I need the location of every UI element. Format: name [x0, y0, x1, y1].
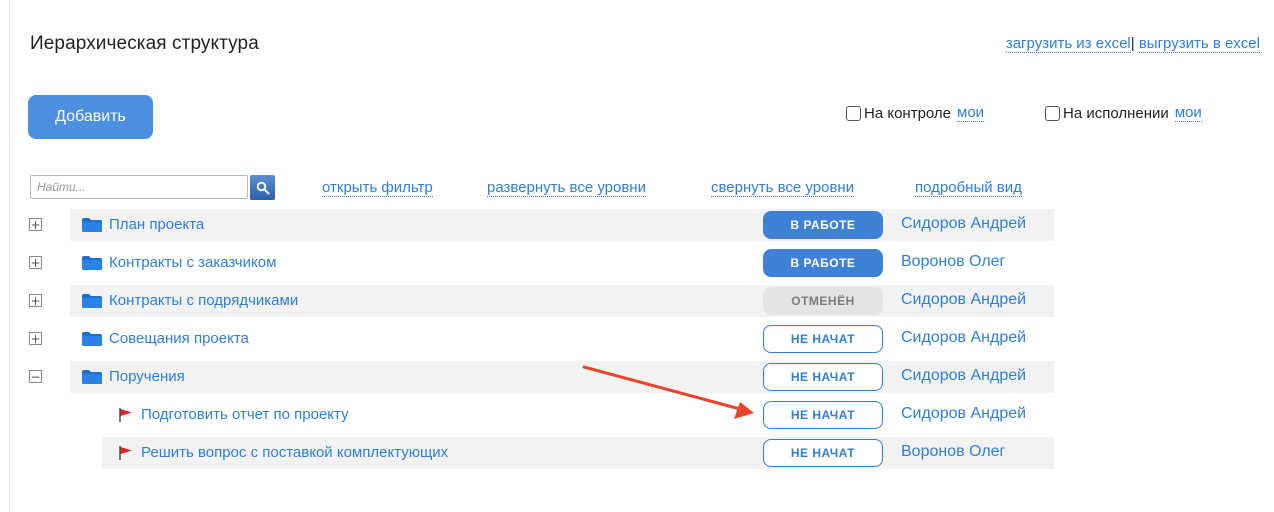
tree-row[interactable]: + Контракты с подрядчиками ОТМЕНЁН Сидоров … [0, 285, 1274, 317]
tree-row[interactable]: + Совещания проекта НЕ НАЧАТ Сидоров Андрей [0, 323, 1274, 355]
tree-row[interactable]: Решить вопрос с поставкой комплектующих Н… [0, 437, 1274, 469]
on-control-checkbox[interactable] [846, 105, 861, 121]
expand-toggle-icon[interactable]: + [29, 294, 42, 307]
search-button[interactable] [250, 175, 275, 200]
tree-row[interactable]: + План проекта В РАБОТЕ Сидоров Андрей [0, 209, 1274, 241]
open-filter-link[interactable]: открыть фильтр [322, 179, 433, 197]
folder-icon [82, 256, 102, 270]
folder-label[interactable]: Поручения [109, 368, 185, 385]
detailed-view-link[interactable]: подробный вид [915, 179, 1022, 197]
page-title: Иерархическая структура [30, 33, 259, 54]
folder-label[interactable]: План проекта [109, 216, 204, 233]
expand-all-link[interactable]: развернуть все уровни [487, 179, 646, 197]
export-excel-link[interactable]: выгрузить в excel [1138, 35, 1260, 53]
add-button[interactable]: Добавить [28, 95, 153, 139]
folder-icon [82, 218, 102, 232]
search-icon [256, 181, 269, 194]
excel-links: загрузить из excel| выгрузить в excel [1005, 35, 1260, 53]
task-label[interactable]: Подготовить отчет по проекту [141, 406, 349, 423]
status-badge[interactable]: В РАБОТЕ [763, 211, 883, 239]
on-execution-label[interactable]: На исполнении [1063, 105, 1169, 122]
assignee-link[interactable]: Сидоров Андрей [901, 329, 1026, 347]
status-badge[interactable]: НЕ НАЧАТ [763, 325, 883, 353]
on-control-mine-link[interactable]: мои [957, 104, 985, 122]
on-control-label[interactable]: На контроле [864, 105, 951, 122]
assignee-link[interactable]: Сидоров Андрей [901, 215, 1026, 233]
status-badge[interactable]: В РАБОТЕ [763, 249, 883, 277]
import-excel-link[interactable]: загрузить из excel [1005, 35, 1131, 53]
on-control-filter: На контроле мои [846, 104, 985, 122]
tree-row[interactable]: Подготовить отчет по проекту НЕ НАЧАТ Сидо… [0, 399, 1274, 431]
collapse-toggle-icon[interactable]: − [29, 370, 42, 383]
folder-icon [82, 294, 102, 308]
assignee-link[interactable]: Сидоров Андрей [901, 367, 1026, 385]
assignee-link[interactable]: Сидоров Андрей [901, 405, 1026, 423]
on-execution-checkbox[interactable] [1045, 105, 1060, 121]
folder-label[interactable]: Контракты с подрядчиками [109, 292, 298, 309]
expand-toggle-icon[interactable]: + [29, 256, 42, 269]
search-input[interactable] [30, 175, 248, 199]
assignee-link[interactable]: Воронов Олег [901, 443, 1005, 461]
on-execution-mine-link[interactable]: мои [1174, 104, 1202, 122]
expand-toggle-icon[interactable]: + [29, 218, 42, 231]
assignee-link[interactable]: Сидоров Андрей [901, 291, 1026, 309]
folder-label[interactable]: Совещания проекта [109, 330, 249, 347]
assignee-link[interactable]: Воронов Олег [901, 253, 1005, 271]
task-label[interactable]: Решить вопрос с поставкой комплектующих [141, 444, 448, 461]
on-execution-filter: На исполнении мои [1045, 104, 1202, 122]
status-badge[interactable]: НЕ НАЧАТ [763, 363, 883, 391]
expand-toggle-icon[interactable]: + [29, 332, 42, 345]
status-badge[interactable]: НЕ НАЧАТ [763, 439, 883, 467]
collapse-all-link[interactable]: свернуть все уровни [711, 179, 855, 197]
folder-icon [82, 332, 102, 346]
status-badge[interactable]: ОТМЕНЁН [763, 287, 883, 315]
folder-label[interactable]: Контракты с заказчиком [109, 254, 276, 271]
tree-row[interactable]: + Контракты с заказчиком В РАБОТЕ Воронов О… [0, 247, 1274, 279]
flag-icon [119, 446, 132, 460]
excel-link-separator: | [1130, 35, 1135, 52]
flag-icon [119, 408, 132, 422]
status-badge[interactable]: НЕ НАЧАТ [763, 401, 883, 429]
folder-icon [82, 370, 102, 384]
tree-row[interactable]: − Поручения НЕ НАЧАТ Сидоров Андрей [0, 361, 1274, 393]
